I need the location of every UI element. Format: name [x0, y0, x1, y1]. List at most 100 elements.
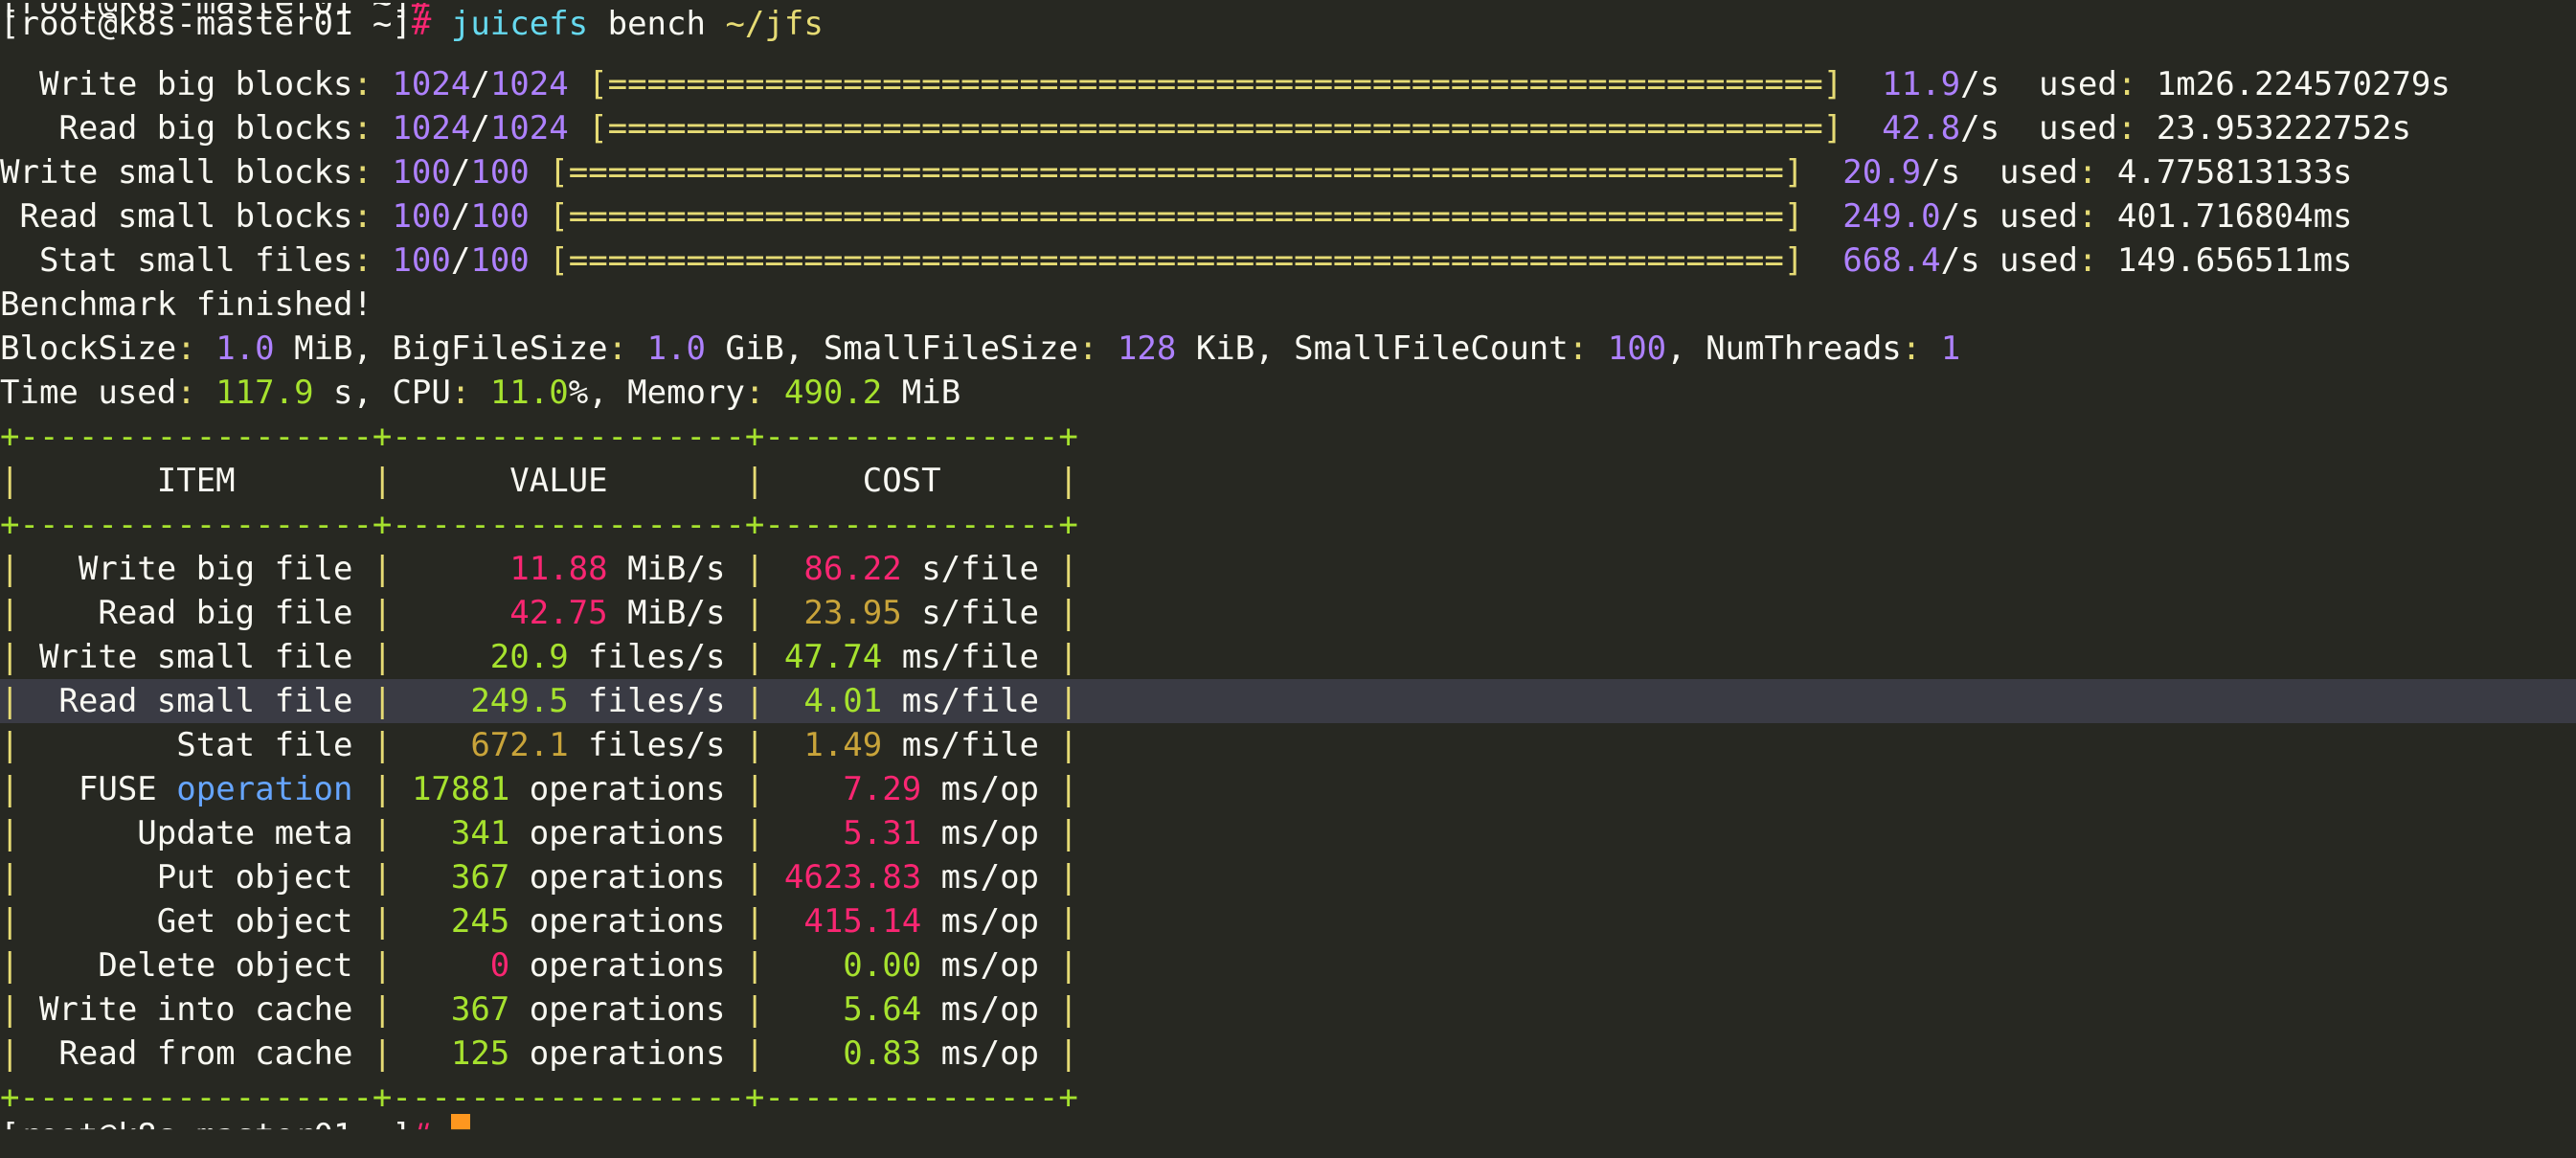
terminal-text: 668.4	[1842, 241, 1941, 280]
terminal-text: |	[1058, 990, 1078, 1029]
terminal-line: +------------------+------------------+-…	[0, 503, 2576, 547]
terminal-text: 20.9	[1842, 153, 1922, 192]
terminal-text: |	[0, 858, 20, 897]
terminal-text: |	[372, 726, 393, 764]
terminal-line: | Write small file | 20.9 files/s | 47.7…	[0, 635, 2576, 679]
terminal-line: Benchmark finished!	[0, 283, 2576, 327]
terminal-text: :	[1077, 329, 1098, 368]
terminal-text: :	[744, 374, 765, 412]
terminal-text: Stat file	[19, 726, 373, 764]
terminal-line: Write small blocks: 100/100 [===========…	[0, 150, 2576, 194]
terminal-text: |	[744, 814, 765, 852]
terminal-text: #	[411, 1117, 432, 1155]
terminal-text: |	[1058, 550, 1078, 588]
terminal-text: 1m26.224570279s	[2136, 65, 2451, 103]
terminal-text: /	[470, 65, 490, 103]
terminal-text: 367	[450, 990, 510, 1029]
terminal-text: :	[2077, 153, 2098, 192]
terminal-text: |	[372, 462, 393, 500]
terminal-text: |	[1058, 902, 1078, 941]
terminal-text: 100	[470, 241, 530, 280]
terminal-line: | Delete object | 0 operations | 0.00 ms…	[0, 943, 2576, 988]
terminal-text: |	[372, 946, 393, 985]
terminal-text: |	[1058, 726, 1078, 764]
terminal-text: ms/op	[921, 1034, 1059, 1073]
terminal-text: |	[372, 990, 393, 1029]
terminal-text: 117.9	[215, 374, 314, 412]
terminal-text: Read big file	[19, 594, 373, 632]
terminal-text: MiB	[882, 374, 961, 412]
terminal-text: 5.64	[843, 990, 922, 1029]
terminal-text: 4.01	[803, 682, 883, 720]
terminal-text: BlockSize	[0, 329, 177, 368]
terminal-window[interactable]: [root@k8s-master01 ~]# [root@k8s-master01…	[0, 0, 2576, 1132]
terminal-text: 1.0	[646, 329, 707, 368]
terminal-line: Time used: 117.9 s, CPU: 11.0%, Memory: …	[0, 371, 2576, 415]
terminal-text: 23.953222752s	[2136, 109, 2411, 148]
terminal-text: |	[1058, 946, 1078, 985]
terminal-line: | Write big file | 11.88 MiB/s | 86.22 s…	[0, 547, 2576, 591]
terminal-text: |	[372, 682, 393, 720]
terminal-text: :	[1901, 329, 1922, 368]
terminal-text: /	[450, 197, 471, 236]
terminal-text: |	[1058, 638, 1078, 676]
terminal-text: /s used	[1921, 153, 2078, 192]
terminal-line: [root@k8s-master01 ~]# juicefs bench ~/j…	[0, 2, 2576, 46]
terminal-text: |	[0, 1034, 20, 1073]
terminal-text: |	[372, 550, 393, 588]
terminal-text: GiB, SmallFileSize	[706, 329, 1078, 368]
terminal-line: | Read big file | 42.75 MiB/s | 23.95 s/…	[0, 591, 2576, 635]
terminal-text: Write small blocks	[0, 153, 353, 192]
terminal-text: bench	[588, 5, 726, 43]
terminal-text: 11.0	[489, 374, 569, 412]
terminal-text: |	[1058, 462, 1078, 500]
terminal-text: ms/op	[921, 902, 1059, 941]
terminal-text: |	[372, 902, 393, 941]
terminal-text: /	[470, 109, 490, 148]
terminal-text: operations	[509, 902, 745, 941]
terminal-line: Write big blocks: 1024/1024 [===========…	[0, 62, 2576, 106]
terminal-text: MiB/s	[607, 594, 745, 632]
terminal-text: 367	[450, 858, 510, 897]
terminal-text: 672.1	[470, 726, 569, 764]
terminal-text: files/s	[568, 682, 745, 720]
terminal-text: Update meta	[19, 814, 373, 852]
terminal-text: 341	[450, 814, 510, 852]
terminal-text: :	[607, 329, 628, 368]
terminal-text: ms/file	[882, 726, 1059, 764]
terminal-line: | Write into cache | 367 operations | 5.…	[0, 988, 2576, 1032]
terminal-line: | Update meta | 341 operations | 5.31 ms…	[0, 811, 2576, 855]
terminal-text: :	[352, 109, 373, 148]
terminal-text: [root@k8s-master01 ~]	[0, 5, 412, 43]
terminal-text: /s used	[1960, 109, 2117, 148]
terminal-text: :	[1568, 329, 1589, 368]
terminal-text: [=======================================…	[588, 109, 1843, 148]
terminal-text: ITEM	[19, 462, 373, 500]
terminal-text: |	[0, 594, 20, 632]
terminal-text: s/file	[901, 550, 1059, 588]
terminal-text: |	[372, 1034, 393, 1073]
terminal-text: files/s	[568, 638, 745, 676]
terminal-text: Write into cache	[19, 990, 373, 1029]
terminal-text: ms/file	[882, 682, 1059, 720]
terminal-text: |	[0, 902, 20, 941]
terminal-text: MiB, BigFileSize	[274, 329, 608, 368]
